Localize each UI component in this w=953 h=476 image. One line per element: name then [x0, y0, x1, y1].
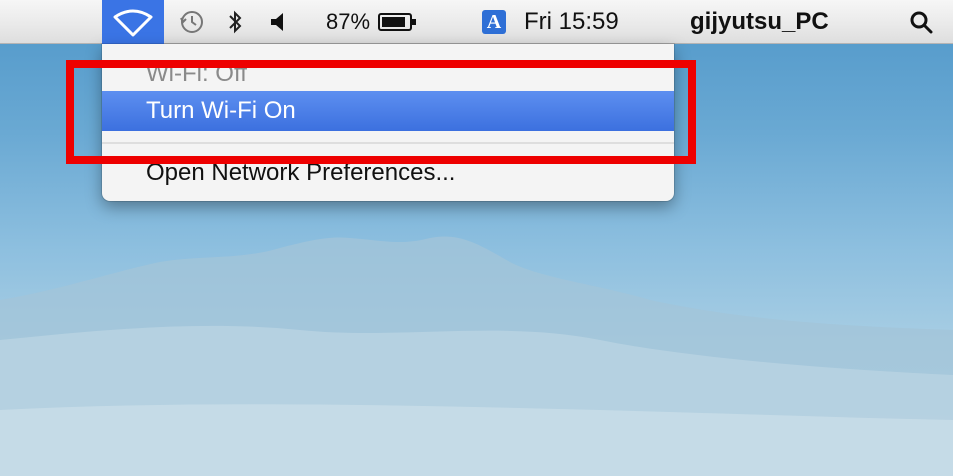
bluetooth-icon	[229, 10, 242, 34]
time-machine-menu-extra[interactable]	[172, 0, 212, 44]
wifi-icon	[113, 9, 153, 37]
input-source-menu-extra[interactable]: A	[478, 0, 510, 44]
battery-menu-extra[interactable]: 87%	[322, 0, 460, 44]
annotation-highlight-box	[66, 60, 696, 164]
time-machine-icon	[180, 11, 203, 33]
spotlight-button[interactable]	[896, 0, 946, 44]
wifi-menu-extra[interactable]	[102, 0, 164, 44]
battery-percent: 87%	[326, 9, 371, 34]
menu-bar: 87% A Fri 15:59 gijyutsu_PC	[0, 0, 953, 44]
search-icon	[910, 11, 933, 34]
battery-icon	[378, 13, 417, 31]
clock[interactable]: Fri 15:59	[524, 0, 684, 44]
speaker-icon	[271, 13, 283, 31]
volume-menu-extra[interactable]	[258, 0, 298, 44]
input-source-icon: A	[482, 10, 506, 34]
bluetooth-menu-extra[interactable]	[220, 0, 250, 44]
user-name[interactable]: gijyutsu_PC	[690, 0, 870, 44]
